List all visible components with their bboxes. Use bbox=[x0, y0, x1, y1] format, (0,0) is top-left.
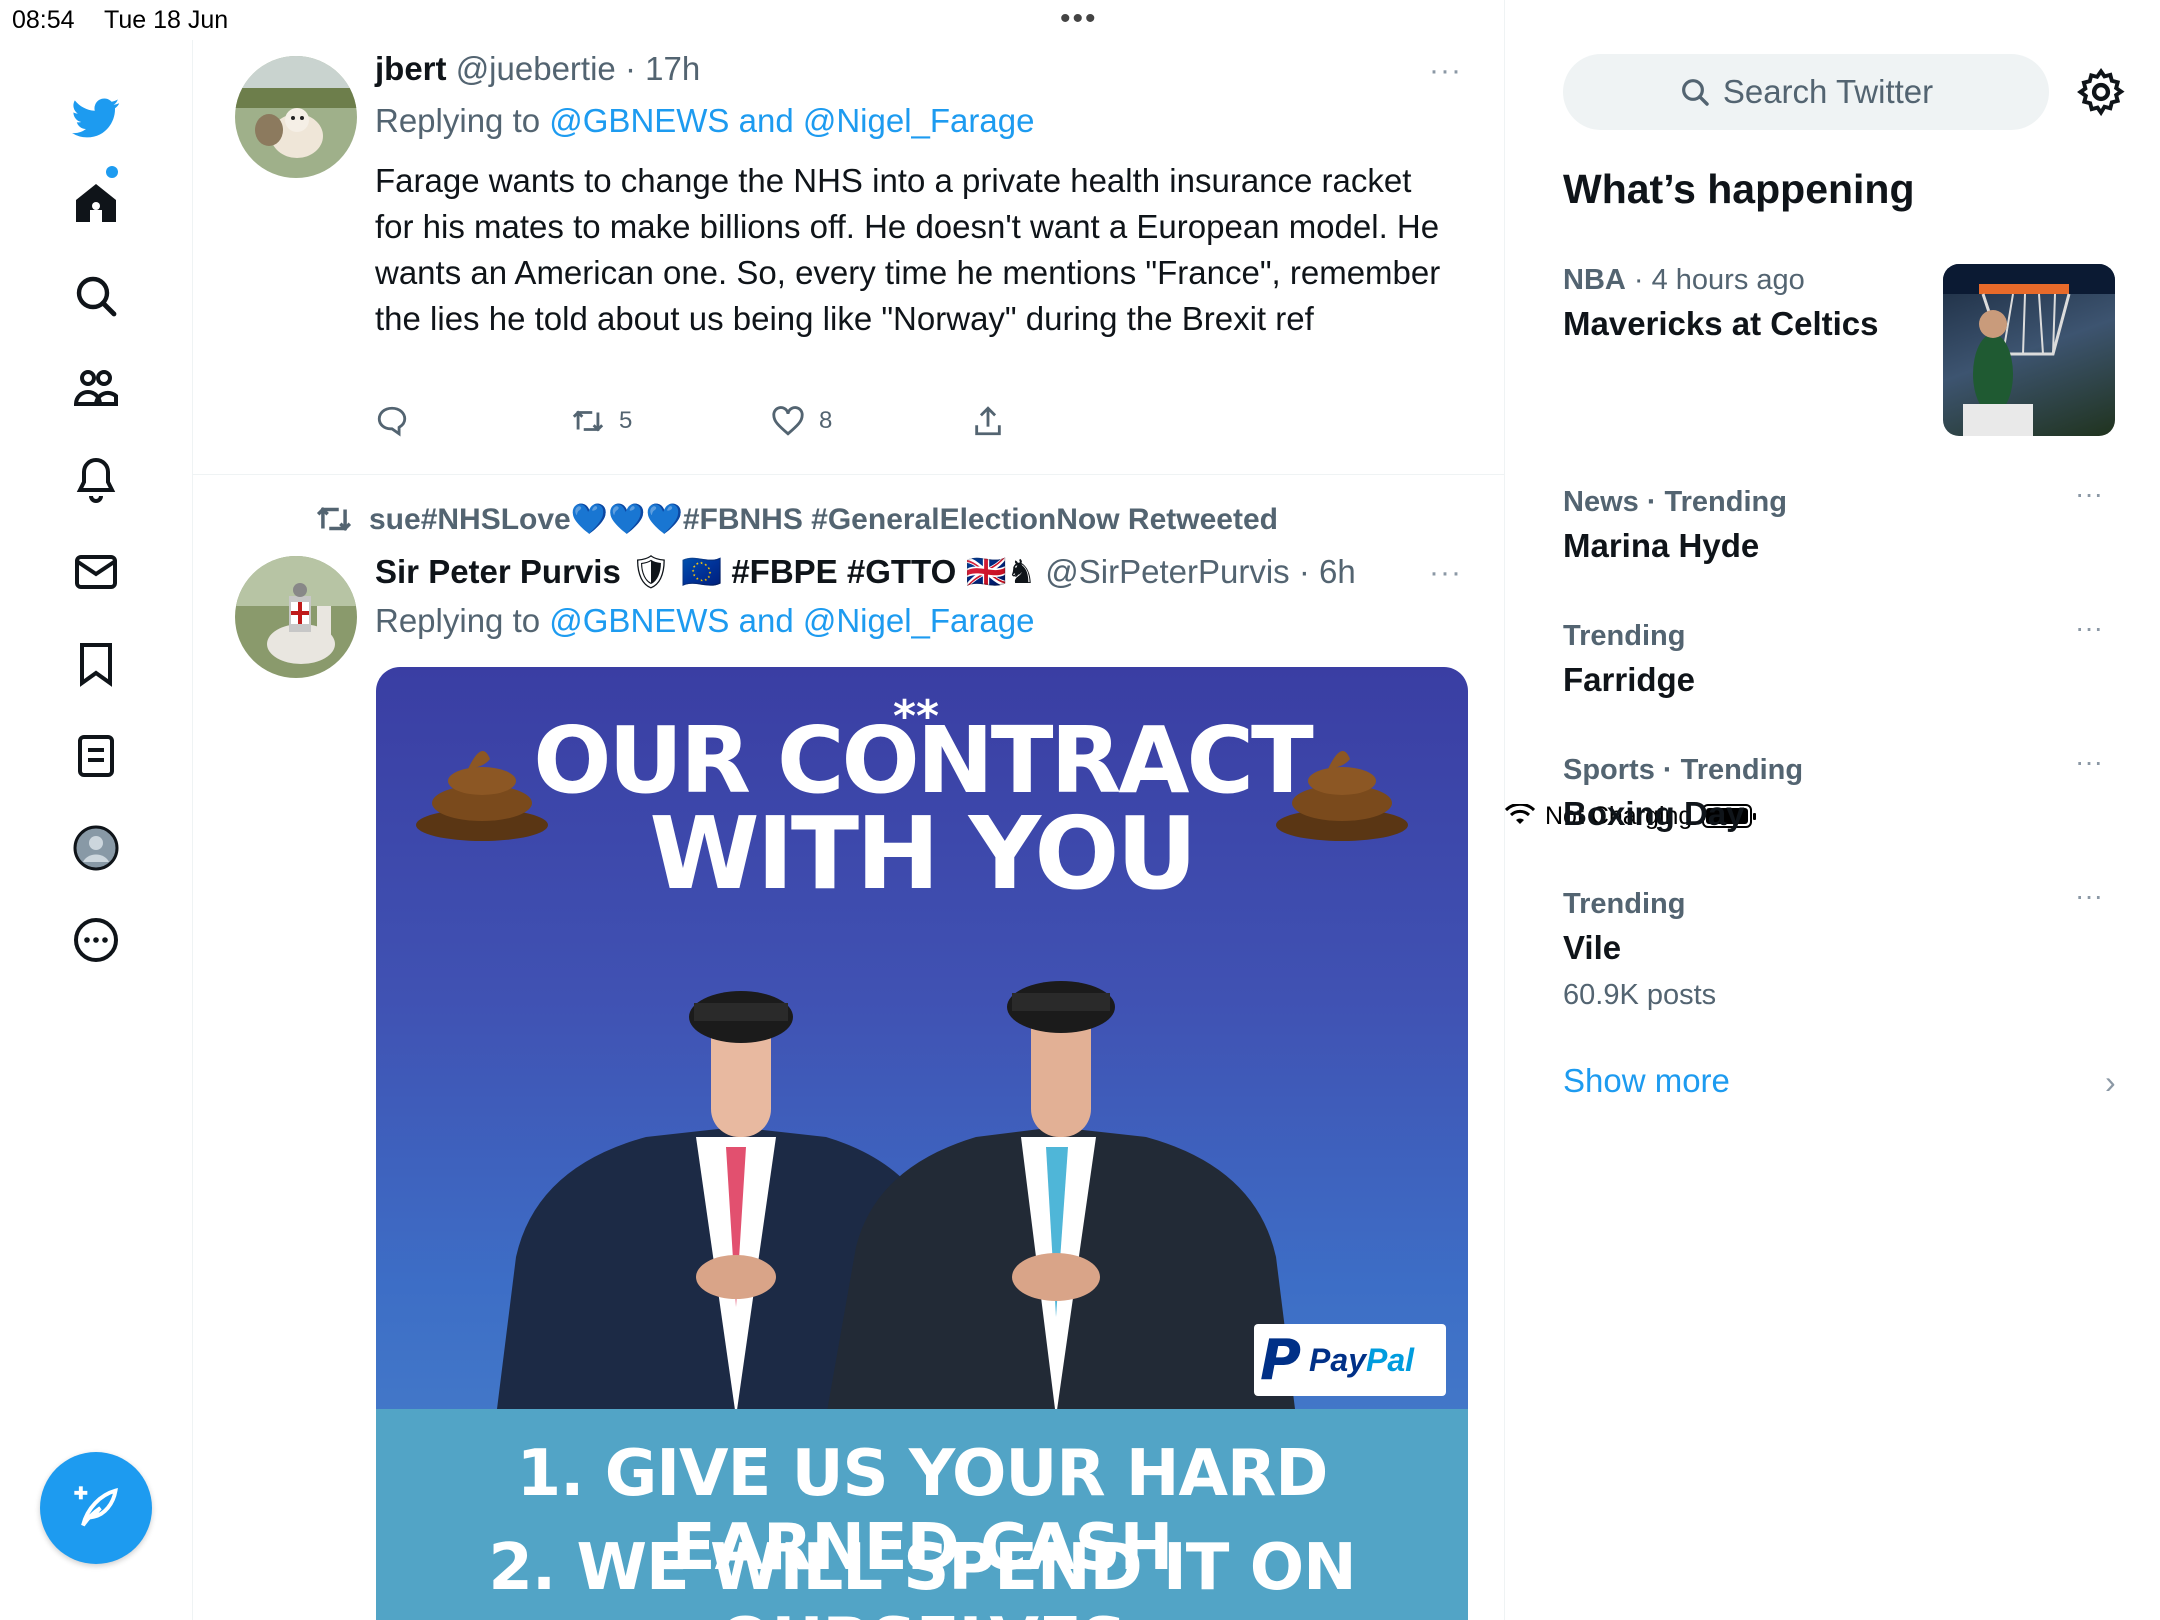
tweet-2-replying: Replying to @GBNEWS and @Nigel_Farage bbox=[375, 602, 1034, 640]
whats-happening-title: What’s happening bbox=[1563, 166, 1915, 212]
trend-more-button[interactable]: ··· bbox=[2075, 478, 2103, 510]
tweet-1-handle[interactable]: @juebertie bbox=[456, 50, 616, 87]
search-box[interactable]: Search Twitter bbox=[1563, 54, 2049, 130]
trend-more-button[interactable]: ··· bbox=[2075, 612, 2103, 644]
trend-meta: Trending bbox=[1563, 888, 1686, 920]
eu-flag-icon: 🇪🇺 bbox=[681, 553, 723, 590]
trend-item-1[interactable]: News · Trending Marina Hyde ··· bbox=[1563, 478, 2123, 565]
uk-flag-icon: 🇬🇧 bbox=[965, 553, 1007, 590]
chevron-right-icon[interactable]: › bbox=[2105, 1064, 2116, 1101]
trend-thumbnail[interactable] bbox=[1943, 264, 2115, 436]
like-count: 8 bbox=[819, 407, 833, 434]
paypal-logo: P PayPal bbox=[1254, 1324, 1446, 1396]
trend-meta: Sports · Trending bbox=[1563, 754, 1804, 786]
trend-more-button[interactable]: ··· bbox=[2075, 746, 2103, 778]
tweet-divider bbox=[193, 474, 1505, 475]
show-more-link[interactable]: Show more bbox=[1563, 1062, 1730, 1100]
trend-title: Vile bbox=[1563, 929, 1622, 966]
tweet-2-name[interactable]: Sir Peter Purvis bbox=[375, 553, 621, 590]
bookmarks-icon[interactable] bbox=[66, 634, 126, 694]
profile-icon[interactable] bbox=[66, 818, 126, 878]
retweeter-suffix: #FBNHS #GeneralElectionNow Retweeted bbox=[682, 502, 1278, 536]
tweet-1-time[interactable]: · 17h bbox=[625, 50, 700, 87]
two-men-figures bbox=[496, 981, 1296, 1417]
lists-icon[interactable] bbox=[66, 726, 126, 786]
tweet-1-name[interactable]: jbert bbox=[375, 50, 447, 87]
replying-mentions[interactable]: @GBNEWS and @Nigel_Farage bbox=[549, 102, 1034, 139]
left-nav bbox=[0, 40, 193, 1620]
retweeter-name: sue#NHSLove bbox=[369, 502, 571, 536]
avatar-jbert[interactable] bbox=[235, 56, 357, 178]
home-unread-dot bbox=[106, 166, 118, 178]
tweet-1-header: jbert @juebertie · 17h bbox=[375, 50, 700, 88]
search-icon bbox=[1681, 79, 1709, 106]
image-line-2: 2. WE WILL SPEND IT ON OURSELVES bbox=[488, 1531, 1356, 1620]
trend-item-2[interactable]: Trending Farridge ··· bbox=[1563, 612, 2123, 699]
trend-item-3[interactable]: Sports · Trending Boxing Day ··· bbox=[1563, 746, 2123, 833]
tweet-2-more-button[interactable]: ··· bbox=[1429, 556, 1462, 590]
retweet-count: 5 bbox=[619, 407, 633, 434]
trend-meta: Trending bbox=[1563, 620, 1686, 652]
share-button[interactable] bbox=[971, 404, 1005, 438]
trend-title: Marina Hyde bbox=[1563, 527, 1760, 564]
status-time: 08:54 bbox=[12, 6, 75, 34]
paypal-p: P bbox=[1260, 1327, 1302, 1393]
like-button[interactable]: 8 bbox=[771, 404, 832, 438]
trend-title: Farridge bbox=[1563, 661, 1696, 698]
search-placeholder: Search Twitter bbox=[1722, 73, 1934, 110]
tweet-2-time[interactable]: · 6h bbox=[1299, 553, 1356, 590]
notifications-icon[interactable] bbox=[66, 450, 126, 510]
tweet-1-more-button[interactable]: ··· bbox=[1429, 54, 1462, 88]
tweet-2-header: Sir Peter Purvis 🛡 🇪🇺 #FBPE #GTTO 🇬🇧♞ @S… bbox=[375, 552, 1356, 592]
timeline: jbert @juebertie · 17h ··· Replying to @… bbox=[193, 0, 1505, 1620]
compose-icon bbox=[74, 1486, 118, 1527]
home-icon[interactable] bbox=[66, 174, 126, 234]
compose-button[interactable] bbox=[40, 1452, 152, 1564]
paypal-wordmark: PayPal bbox=[1309, 1341, 1415, 1378]
tweet-2-handle[interactable]: @SirPeterPurvis bbox=[1045, 553, 1289, 590]
replying-mentions[interactable]: @GBNEWS and @Nigel_Farage bbox=[549, 602, 1034, 639]
replying-prefix: Replying to bbox=[375, 102, 550, 139]
reply-button[interactable] bbox=[375, 404, 409, 438]
blue-hearts: 💙💙💙 bbox=[570, 502, 683, 536]
settings-gear-icon[interactable] bbox=[2075, 66, 2127, 118]
knight-icon: ♞ bbox=[1006, 553, 1037, 590]
more-icon[interactable] bbox=[66, 910, 126, 970]
trend-meta: News · Trending bbox=[1563, 486, 1787, 518]
search-icon[interactable] bbox=[66, 266, 126, 326]
messages-icon[interactable] bbox=[66, 542, 126, 602]
tweet-1-replying: Replying to @GBNEWS and @Nigel_Farage bbox=[375, 102, 1034, 140]
share-icon bbox=[975, 406, 1001, 436]
tweet-1-text: Farage wants to change the NHS into a pr… bbox=[375, 162, 1441, 337]
retweet-context[interactable]: sue#NHSLove💙💙💙#FBNHS #GeneralElectionNow… bbox=[315, 500, 1278, 538]
trend-more-button[interactable]: ··· bbox=[2075, 880, 2103, 912]
communities-icon[interactable] bbox=[66, 358, 126, 418]
poop-emoji-left bbox=[416, 751, 548, 841]
image-stars: ** bbox=[892, 691, 940, 742]
trend-post-count: 60.9K posts bbox=[1563, 979, 1717, 1011]
tweet-2-image[interactable]: OUR CONTRACT WITH YOU ** P PayPal 1. GIV… bbox=[376, 667, 1468, 1620]
replying-prefix: Replying to bbox=[375, 602, 550, 639]
reply-icon bbox=[377, 406, 407, 437]
trend-item-4[interactable]: Trending Vile 60.9K posts ··· bbox=[1563, 880, 2123, 1012]
trend-title: Boxing Day bbox=[1563, 795, 1745, 832]
shield-icon: 🛡 bbox=[629, 553, 672, 590]
retweet-context-icon bbox=[316, 507, 352, 531]
tweet-1-actions: 5 8 bbox=[375, 404, 1075, 444]
tweet-2-name-tags: #FBPE #GTTO bbox=[731, 553, 957, 590]
retweet-button[interactable]: 5 bbox=[571, 404, 632, 438]
retweeter-text: sue#NHSLove💙💙💙#FBNHS #GeneralElectionNow… bbox=[369, 502, 1278, 537]
retweet-icon bbox=[572, 410, 604, 432]
right-sidebar: Search Twitter What’s happening NBA · 4 … bbox=[1505, 0, 2160, 1620]
avatar-sir-peter-purvis[interactable] bbox=[235, 556, 357, 678]
twitter-logo-icon[interactable] bbox=[66, 88, 126, 148]
heart-icon bbox=[772, 406, 804, 436]
poop-emoji-right bbox=[1276, 751, 1408, 841]
